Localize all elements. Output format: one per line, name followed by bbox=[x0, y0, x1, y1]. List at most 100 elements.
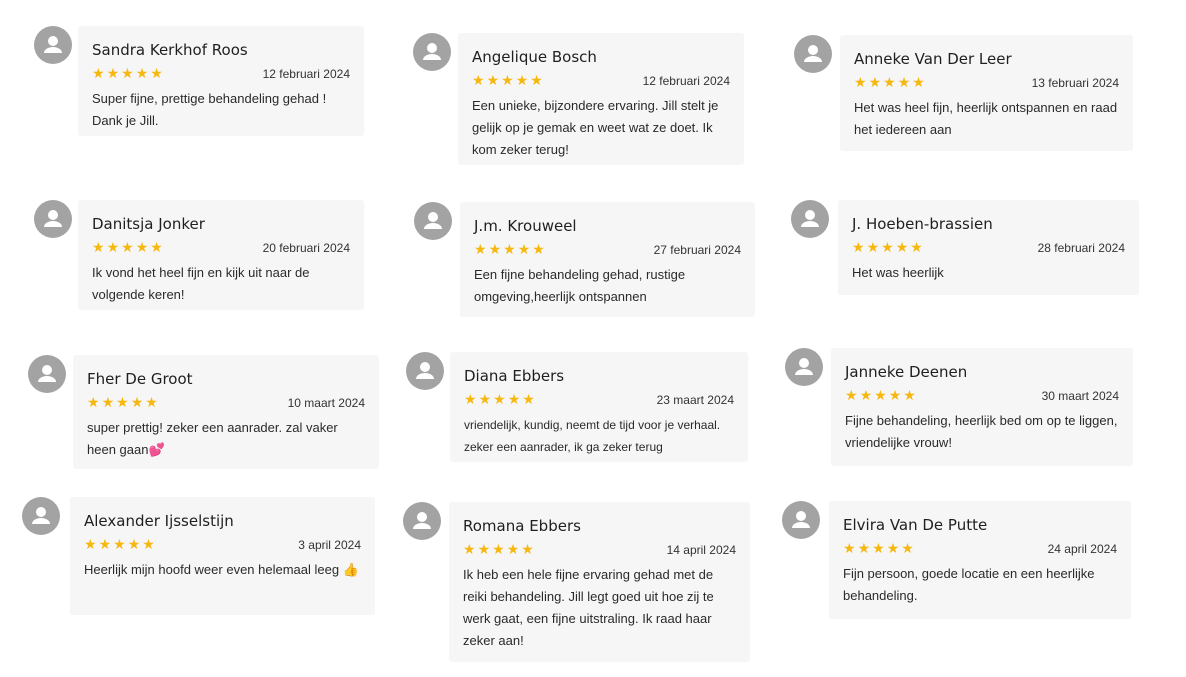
user-icon bbox=[804, 45, 822, 62]
star-icon: ★ bbox=[472, 73, 485, 89]
review-meta: ★ ★ ★ ★ ★ 23 maart 2024 bbox=[464, 392, 734, 408]
star-icon: ★ bbox=[843, 541, 856, 557]
review-text: Het was heel fijn, heerlijk ontspannen e… bbox=[854, 100, 1118, 137]
review-meta: ★ ★ ★ ★ ★ 20 februari 2024 bbox=[92, 240, 350, 256]
review-date: 10 maart 2024 bbox=[287, 396, 365, 410]
review-meta: ★ ★ ★ ★ ★ 14 april 2024 bbox=[463, 542, 736, 558]
star-rating: ★ ★ ★ ★ ★ bbox=[845, 389, 916, 403]
star-icon: ★ bbox=[897, 75, 911, 91]
review-text: vriendelijk, kundig, neemt de tijd voor … bbox=[464, 418, 721, 454]
review-card: Janneke Deenen ★ ★ ★ ★ ★ 30 maart 2024 Fijne… bbox=[831, 348, 1133, 466]
reviewer-name: J. Hoeben-brassien bbox=[852, 215, 993, 233]
user-icon bbox=[424, 212, 442, 229]
review-meta: ★ ★ ★ ★ ★ 3 april 2024 bbox=[84, 537, 361, 553]
avatar bbox=[403, 502, 441, 540]
star-icon: ★ bbox=[881, 240, 894, 256]
star-icon: ★ bbox=[87, 395, 100, 411]
star-rating: ★ ★ ★ ★ ★ bbox=[463, 543, 534, 557]
avatar bbox=[794, 35, 832, 73]
star-icon: ★ bbox=[886, 541, 900, 557]
star-icon: ★ bbox=[493, 392, 506, 408]
star-icon: ★ bbox=[488, 242, 502, 258]
star-icon: ★ bbox=[522, 392, 535, 408]
review-date: 28 februari 2024 bbox=[1037, 241, 1125, 255]
review-text: Het was heerlijk bbox=[852, 265, 944, 280]
star-icon: ★ bbox=[150, 66, 163, 82]
user-icon bbox=[801, 210, 819, 227]
review-card: Diana Ebbers ★ ★ ★ ★ ★ 23 maart 2024 vriende… bbox=[450, 352, 748, 462]
star-icon: ★ bbox=[106, 240, 120, 256]
review-text: Ik heb een hele fijne ervaring gehad met… bbox=[463, 567, 714, 648]
review-date: 12 februari 2024 bbox=[642, 74, 730, 88]
star-icon: ★ bbox=[477, 542, 491, 558]
star-icon: ★ bbox=[503, 242, 516, 258]
star-icon: ★ bbox=[98, 537, 112, 553]
star-rating: ★ ★ ★ ★ ★ bbox=[472, 74, 543, 88]
user-icon bbox=[792, 511, 810, 528]
star-icon: ★ bbox=[135, 66, 149, 82]
avatar bbox=[28, 355, 66, 393]
star-icon: ★ bbox=[113, 537, 126, 553]
review-meta: ★ ★ ★ ★ ★ 12 februari 2024 bbox=[472, 73, 730, 89]
review-text: Een fijne behandeling gehad, rustige omg… bbox=[474, 267, 686, 304]
reviewer-name: Elvira Van De Putte bbox=[843, 516, 988, 534]
star-icon: ★ bbox=[506, 542, 520, 558]
review-card: J. Hoeben-brassien ★ ★ ★ ★ ★ 28 februari 202… bbox=[838, 200, 1139, 295]
review-date: 13 februari 2024 bbox=[1031, 76, 1119, 90]
review-text: Fijn persoon, goede locatie en een heerl… bbox=[843, 566, 1095, 603]
star-icon: ★ bbox=[859, 388, 873, 404]
review-meta: ★ ★ ★ ★ ★ 24 april 2024 bbox=[843, 541, 1117, 557]
star-icon: ★ bbox=[106, 66, 120, 82]
star-rating: ★ ★ ★ ★ ★ bbox=[854, 76, 925, 90]
star-icon: ★ bbox=[135, 240, 149, 256]
review-text: Een unieke, bijzondere ervaring. Jill st… bbox=[472, 98, 719, 157]
star-icon: ★ bbox=[501, 73, 514, 89]
review-text: super prettig! zeker een aanrader. zal v… bbox=[87, 420, 338, 457]
reviewer-name: Diana Ebbers bbox=[464, 367, 565, 385]
star-icon: ★ bbox=[92, 66, 105, 82]
review-text: Ik vond het heel fijn en kijk uit naar d… bbox=[92, 265, 310, 302]
star-icon: ★ bbox=[910, 240, 923, 256]
star-icon: ★ bbox=[486, 73, 500, 89]
review-card: Danitsja Jonker ★ ★ ★ ★ ★ 20 februari 2024 I… bbox=[78, 200, 364, 310]
avatar bbox=[791, 200, 829, 238]
reviewer-name: Danitsja Jonker bbox=[92, 215, 205, 233]
star-icon: ★ bbox=[101, 395, 115, 411]
star-icon: ★ bbox=[857, 541, 871, 557]
star-icon: ★ bbox=[121, 240, 134, 256]
review-date: 3 april 2024 bbox=[298, 538, 361, 552]
user-icon bbox=[413, 512, 431, 529]
star-icon: ★ bbox=[116, 395, 129, 411]
reviewer-name: Alexander Ijsselstijn bbox=[84, 512, 234, 530]
star-icon: ★ bbox=[150, 240, 163, 256]
star-rating: ★ ★ ★ ★ ★ bbox=[474, 243, 545, 257]
star-icon: ★ bbox=[142, 537, 155, 553]
star-icon: ★ bbox=[521, 542, 534, 558]
star-icon: ★ bbox=[901, 541, 914, 557]
review-meta: ★ ★ ★ ★ ★ 30 maart 2024 bbox=[845, 388, 1119, 404]
star-icon: ★ bbox=[130, 395, 144, 411]
star-icon: ★ bbox=[895, 240, 909, 256]
review-meta: ★ ★ ★ ★ ★ 12 februari 2024 bbox=[92, 66, 350, 82]
star-icon: ★ bbox=[507, 392, 521, 408]
reviewer-name: Angelique Bosch bbox=[472, 48, 597, 66]
review-date: 27 februari 2024 bbox=[653, 243, 741, 257]
star-icon: ★ bbox=[866, 240, 880, 256]
review-card: Elvira Van De Putte ★ ★ ★ ★ ★ 24 april 2024 … bbox=[829, 501, 1131, 619]
reviewer-name: Sandra Kerkhof Roos bbox=[92, 41, 248, 59]
star-icon: ★ bbox=[463, 542, 476, 558]
reviewer-name: Fher De Groot bbox=[87, 370, 193, 388]
review-card: Romana Ebbers ★ ★ ★ ★ ★ 14 april 2024 Ik heb… bbox=[449, 502, 750, 662]
review-date: 14 april 2024 bbox=[666, 543, 736, 557]
review-meta: ★ ★ ★ ★ ★ 13 februari 2024 bbox=[854, 75, 1119, 91]
review-meta: ★ ★ ★ ★ ★ 28 februari 2024 bbox=[852, 240, 1125, 256]
review-card: Angelique Bosch ★ ★ ★ ★ ★ 12 februari 2024 E… bbox=[458, 33, 744, 165]
review-card: Fher De Groot ★ ★ ★ ★ ★ 10 maart 2024 super … bbox=[73, 355, 379, 469]
user-icon bbox=[44, 210, 62, 227]
star-rating: ★ ★ ★ ★ ★ bbox=[852, 241, 923, 255]
reviewer-name: Janneke Deenen bbox=[845, 363, 968, 381]
star-icon: ★ bbox=[464, 392, 477, 408]
star-rating: ★ ★ ★ ★ ★ bbox=[92, 241, 163, 255]
star-icon: ★ bbox=[868, 75, 882, 91]
star-icon: ★ bbox=[888, 388, 902, 404]
